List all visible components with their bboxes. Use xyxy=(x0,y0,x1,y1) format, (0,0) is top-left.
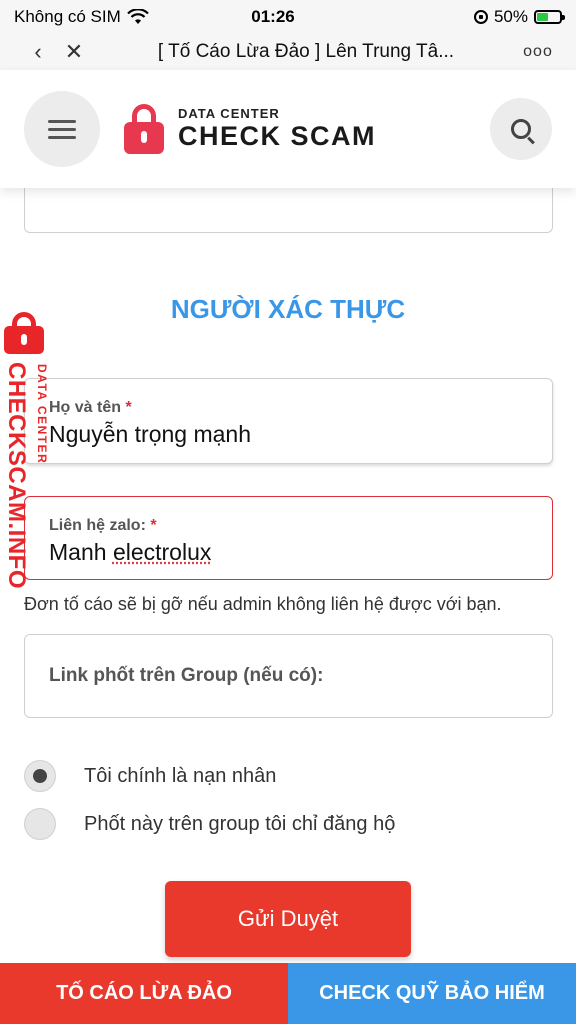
menu-button[interactable] xyxy=(24,91,100,167)
radio-button[interactable] xyxy=(24,760,56,792)
battery-fill xyxy=(537,13,548,21)
brand-subtitle: DATA CENTER xyxy=(178,106,280,121)
rotation-lock-icon xyxy=(473,10,488,24)
more-icon[interactable]: ooo xyxy=(520,43,556,61)
zalo-label: Liên hệ zalo: * xyxy=(49,517,157,534)
wifi-icon xyxy=(126,9,149,24)
status-bar: Không có SIM 01:26 50% xyxy=(0,0,576,34)
status-time: 01:26 xyxy=(251,7,295,26)
browser-bar: ‹ ✕ [ Tố Cáo Lừa Đảo ] Lên Trung Tâ... o… xyxy=(0,34,576,70)
bottom-bar: TỐ CÁO LỪA ĐẢO CHECK QUỸ BẢO HIỂM xyxy=(0,963,576,1024)
report-scam-button[interactable]: TỐ CÁO LỪA ĐẢO xyxy=(0,963,288,1024)
brand-logo[interactable]: DATA CENTER CHECK SCAM xyxy=(124,104,490,154)
close-icon[interactable]: ✕ xyxy=(56,39,92,65)
zalo-value: Manh electrolux xyxy=(49,539,212,565)
insurance-fund-button[interactable]: CHECK QUỸ BẢO HIỂM xyxy=(288,963,576,1024)
radio-label: Tôi chính là nạn nhân xyxy=(84,764,277,787)
name-label: Họ và tên * xyxy=(49,399,132,416)
side-watermark: CHECKSCAM.INFO DATA CENTER xyxy=(0,312,64,589)
watermark-subtitle: DATA CENTER xyxy=(35,364,49,465)
name-value: Nguyễn trọng mạnh xyxy=(49,421,252,447)
section-title: NGƯỜI XÁC THỰC xyxy=(170,294,406,324)
group-link-field[interactable]: Link phốt trên Group (nếu có): xyxy=(24,634,553,718)
help-text: Đơn tố cáo sẽ bị gỡ nếu admin không liên… xyxy=(24,594,502,614)
brand-title: CHECK SCAM xyxy=(178,121,377,151)
radio-label: Phốt này trên group tôi chỉ đăng hộ xyxy=(84,812,396,835)
carrier-label: Không có SIM xyxy=(14,7,121,26)
browser-title: [ Tố Cáo Lừa Đảo ] Lên Trung Tâ... xyxy=(157,41,455,62)
group-link-placeholder: Link phốt trên Group (nếu có): xyxy=(49,665,324,686)
name-field[interactable]: Họ và tên * Nguyễn trọng mạnh xyxy=(24,378,553,464)
hamburger-icon-line xyxy=(48,135,76,139)
search-button[interactable] xyxy=(490,98,552,160)
hamburger-icon-line xyxy=(48,119,76,123)
hamburger-icon-line xyxy=(48,127,76,131)
site-header: DATA CENTER CHECK SCAM xyxy=(0,70,576,188)
radio-post-for-group[interactable]: Phốt này trên group tôi chỉ đăng hộ xyxy=(24,808,395,840)
watermark-domain: CHECKSCAM.INFO xyxy=(3,362,30,589)
battery-icon xyxy=(534,10,565,24)
radio-button[interactable] xyxy=(24,808,56,840)
search-icon xyxy=(511,119,531,139)
submit-button[interactable]: Gửi Duyệt xyxy=(165,881,411,957)
back-icon[interactable]: ‹ xyxy=(20,39,56,65)
lock-icon xyxy=(4,312,60,354)
lock-icon xyxy=(124,104,164,154)
zalo-field[interactable]: Liên hệ zalo: * Manh electrolux xyxy=(24,496,553,580)
battery-percent: 50% xyxy=(493,7,528,26)
radio-victim[interactable]: Tôi chính là nạn nhân xyxy=(24,760,276,792)
